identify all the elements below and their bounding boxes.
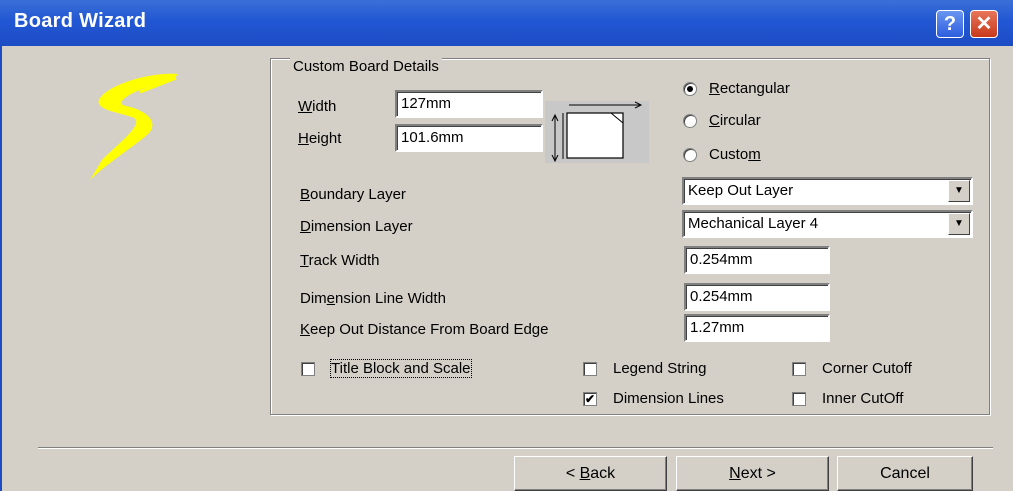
dimension-line-width-label: Dimension Line Width [300, 290, 446, 307]
help-button[interactable]: ? [936, 10, 964, 38]
window-border [0, 46, 2, 491]
checkbox-box [792, 361, 806, 376]
corner-cutoff-checkbox[interactable]: Corner Cutoff [792, 360, 912, 377]
custom-label: Custom [709, 146, 761, 163]
chevron-down-icon[interactable]: ▼ [948, 180, 970, 202]
boundary-layer-label: Boundary Layer [300, 186, 406, 203]
checkbox-box [792, 391, 806, 406]
boundary-layer-value: Keep Out Layer [688, 182, 794, 199]
height-label: Height [298, 130, 342, 147]
dimension-layer-value: Mechanical Layer 4 [688, 215, 819, 232]
track-width-input[interactable]: 0.254mm [684, 246, 830, 274]
legend-string-checkbox[interactable]: Legend String [583, 360, 706, 377]
checkbox-box: ✔ [583, 391, 597, 406]
cancel-button[interactable]: Cancel [837, 456, 973, 491]
checkbox-box [583, 361, 597, 376]
keep-out-distance-input[interactable]: 1.27mm [684, 314, 830, 342]
inner-cutoff-label: Inner CutOff [822, 390, 904, 407]
custom-radio[interactable]: Custom [683, 146, 761, 163]
chevron-down-icon[interactable]: ▼ [948, 213, 970, 235]
yellow-lightning-logo-icon [90, 73, 178, 180]
width-label: Width [298, 98, 337, 115]
boundary-layer-select[interactable]: Keep Out Layer ▼ [682, 177, 973, 205]
back-button[interactable]: < Back [514, 456, 667, 491]
dimension-lines-label: Dimension Lines [613, 390, 724, 407]
height-input[interactable]: 101.6mm [395, 124, 543, 152]
separator [38, 447, 993, 449]
track-width-label: Track Width [300, 252, 380, 269]
rectangular-radio[interactable]: Rectangular [683, 80, 790, 97]
dimension-layer-select[interactable]: Mechanical Layer 4 ▼ [682, 210, 973, 238]
window-title: Board Wizard [14, 10, 147, 32]
inner-cutoff-checkbox[interactable]: Inner CutOff [792, 390, 903, 407]
dimension-layer-label: Dimension Layer [300, 218, 413, 235]
dimension-lines-checkbox[interactable]: ✔ Dimension Lines [583, 390, 724, 407]
legend-string-label: Legend String [613, 360, 707, 377]
radio-indicator [683, 147, 697, 162]
rectangular-label: Rectangular [709, 80, 790, 97]
radio-indicator [683, 113, 697, 128]
checkbox-box [301, 361, 315, 376]
circular-label: Circular [709, 112, 761, 129]
title-block-label: Title Block and Scale [330, 359, 472, 378]
board-dimension-icon [545, 101, 649, 163]
corner-cutoff-label: Corner Cutoff [822, 360, 912, 377]
group-title: Custom Board Details [290, 58, 442, 75]
close-button[interactable]: ✕ [970, 10, 998, 38]
next-button[interactable]: Next > [676, 456, 829, 491]
title-block-checkbox[interactable]: Title Block and Scale [301, 359, 472, 378]
title-bar: Board Wizard ? ✕ [0, 0, 1013, 46]
radio-indicator [683, 81, 697, 96]
dimension-line-width-input[interactable]: 0.254mm [684, 283, 830, 311]
keep-out-distance-label: Keep Out Distance From Board Edge [300, 321, 549, 338]
width-input[interactable]: 127mm [395, 90, 543, 118]
circular-radio[interactable]: Circular [683, 112, 761, 129]
